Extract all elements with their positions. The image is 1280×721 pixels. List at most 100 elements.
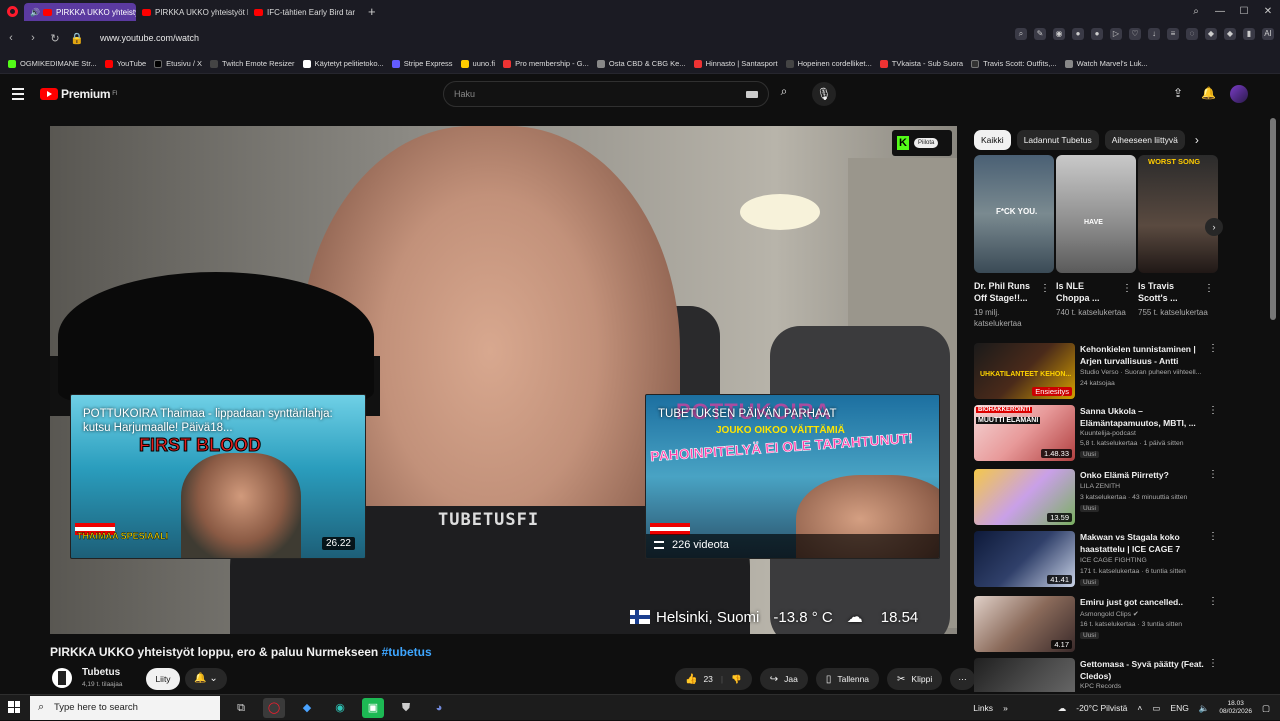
close-icon[interactable]: ✕: [1256, 6, 1280, 17]
chevron-right-icon[interactable]: ›: [1205, 218, 1223, 236]
recommendation-item[interactable]: Gettomasa - Syvä päätty (Feat. Cledos) K…: [974, 658, 1264, 692]
chip-related[interactable]: Aiheeseen liittyvä: [1104, 130, 1185, 150]
url-field[interactable]: www.youtube.com/watch: [100, 33, 199, 43]
bookmark-item[interactable]: Watch Marvel's Luk...: [1064, 59, 1148, 68]
profile-icon[interactable]: ◌: [1186, 28, 1198, 40]
channel-name[interactable]: LILA ZENITH: [1080, 483, 1210, 490]
video-player[interactable]: K Piilota FIRST BLOOD POTTUKOIRA Thaimaa…: [50, 126, 957, 634]
join-button[interactable]: Liity: [146, 668, 180, 690]
discord-icon[interactable]: ◕: [428, 698, 450, 718]
channel-name[interactable]: Tubetus: [82, 667, 120, 678]
forward-icon[interactable]: ›: [22, 32, 44, 44]
bell-icon[interactable]: 🔔: [1201, 86, 1216, 100]
bookmark-item[interactable]: Osta CBD & CBG Ke...: [596, 59, 686, 68]
youtube-logo[interactable]: Premium FI: [40, 87, 118, 101]
channel-name[interactable]: Kuuntelija-podcast: [1080, 430, 1210, 437]
bookmark-item[interactable]: Hopeinen cordelliket...: [785, 59, 872, 68]
short-title[interactable]: Is Travis Scott's ...: [1138, 280, 1200, 304]
more-icon[interactable]: ⋮: [1040, 283, 1050, 294]
microphone-icon[interactable]: 🎙: [812, 82, 836, 106]
channel-name[interactable]: Asmongold Clips ✔: [1080, 610, 1210, 618]
app-icon[interactable]: ▣: [362, 698, 384, 718]
more-icon[interactable]: ⋮: [1208, 658, 1218, 669]
extension-icon[interactable]: ◆: [1205, 28, 1217, 40]
opera-logo-icon[interactable]: [0, 0, 24, 22]
speaker-icon[interactable]: 🔊: [30, 8, 40, 17]
scrollbar[interactable]: [1270, 118, 1276, 320]
bookmark-item[interactable]: Twitch Emote Resizer: [210, 59, 295, 68]
zoom-icon[interactable]: ⌕: [1015, 28, 1027, 40]
menu-icon[interactable]: ≡: [1167, 28, 1179, 40]
short-thumbnail[interactable]: WORST SONG: [1138, 155, 1218, 273]
short-title[interactable]: Is NLE Choppa ...: [1056, 280, 1118, 304]
bookmark-item[interactable]: OGMIKEDIMANE Str...: [8, 59, 97, 68]
play-icon[interactable]: ▷: [1110, 28, 1122, 40]
chevron-up-icon[interactable]: ˄: [1137, 703, 1142, 713]
hide-label[interactable]: Piilota: [914, 138, 939, 148]
recommendation-item[interactable]: 13.59 Onko Elämä Piirretty? LILA ZENITH …: [974, 469, 1264, 527]
ai-icon[interactable]: AI: [1262, 28, 1274, 40]
links-toolbar[interactable]: Links: [973, 703, 993, 713]
heart-icon[interactable]: ♡: [1129, 28, 1141, 40]
more-icon[interactable]: ⋮: [1208, 596, 1218, 607]
end-card-video[interactable]: FIRST BLOOD POTTUKOIRA Thaimaa - lippada…: [70, 394, 366, 559]
task-view-icon[interactable]: ⧉: [230, 698, 252, 718]
kick-badge[interactable]: K Piilota: [892, 130, 952, 156]
camera-icon[interactable]: ◉: [1053, 28, 1065, 40]
more-icon[interactable]: ⋮: [1204, 283, 1214, 294]
more-icon[interactable]: ⋮: [1122, 283, 1132, 294]
shield-icon[interactable]: ⛊: [395, 698, 417, 718]
save-button[interactable]: ▯ Tallenna: [815, 668, 880, 690]
notifications-button[interactable]: 🔔 ⌄: [185, 668, 227, 690]
upload-icon[interactable]: ⇪: [1173, 86, 1183, 100]
end-card-playlist[interactable]: POTTUKOIRA JOUKO OIKOO VÄITTÄMIÄ PAHOINP…: [645, 394, 940, 559]
recommendation-item[interactable]: 41.41 Makwan vs Stagala koko haastattelu…: [974, 531, 1264, 589]
search-input[interactable]: Haku: [443, 81, 769, 107]
chevron-right-icon[interactable]: ›: [1195, 133, 1199, 147]
bookmark-item[interactable]: uuno.fi: [460, 59, 495, 68]
download-icon[interactable]: ↓: [1148, 28, 1160, 40]
share-button[interactable]: ↪ Jaa: [759, 668, 808, 690]
windows-start-icon[interactable]: [8, 701, 20, 713]
clock[interactable]: 18.03 08/02/2026: [1219, 700, 1252, 716]
like-button[interactable]: 👍 23 | 👎: [675, 668, 752, 690]
recommendation-item[interactable]: UHKATILANTEET KEHON... Ensiesitys Kehonk…: [974, 343, 1264, 401]
snapshot-icon[interactable]: ✎: [1034, 28, 1046, 40]
notification-icon[interactable]: ▢: [1262, 703, 1270, 714]
chevron-icon[interactable]: »: [1003, 703, 1008, 713]
search-icon[interactable]: ⌕: [774, 84, 794, 104]
channel-name[interactable]: Studio Verso · Suoran puheen viihteell..…: [1080, 369, 1210, 376]
bookmark-item[interactable]: Travis Scott: Outfits,...: [971, 59, 1057, 68]
taskbar-search-input[interactable]: ⌕ Type here to search: [30, 696, 220, 720]
opera-icon[interactable]: ◯: [263, 698, 285, 718]
lock-icon[interactable]: 🔒: [66, 32, 88, 45]
browser-tab-1[interactable]: 🔊 PIRKKA UKKO yhteistyö: [24, 3, 136, 21]
short-title[interactable]: Dr. Phil Runs Off Stage!!...: [974, 280, 1036, 304]
hashtag-link[interactable]: #tubetus: [382, 645, 432, 659]
bookmark-item[interactable]: Etusivu / X: [154, 59, 202, 68]
channel-avatar[interactable]: [52, 668, 72, 688]
back-icon[interactable]: ‹: [0, 32, 22, 44]
edge-icon[interactable]: ◉: [329, 698, 351, 718]
more-icon[interactable]: ⋮: [1208, 405, 1218, 416]
maximize-icon[interactable]: ☐: [1232, 6, 1256, 17]
bookmark-item[interactable]: Pro membership - G...: [503, 59, 589, 68]
keyboard-icon[interactable]: [746, 91, 758, 98]
clip-button[interactable]: ✂ Klippi: [887, 668, 943, 690]
bookmark-item[interactable]: TVkaista - Sub Suora: [879, 59, 963, 68]
bookmark-item[interactable]: Käytetyt pelitietoko...: [302, 59, 384, 68]
recommendation-item[interactable]: BIOHAKKEROINTI MUUTTI ELÄMÄNI 1.48.33 Sa…: [974, 405, 1264, 463]
recommendation-item[interactable]: 4.17 Emiru just got cancelled.. Asmongol…: [974, 596, 1264, 654]
short-thumbnail[interactable]: HAVE: [1056, 155, 1136, 273]
extension-icon[interactable]: ●: [1072, 28, 1084, 40]
language-indicator[interactable]: ENG: [1170, 703, 1188, 713]
channel-name[interactable]: KPC Records: [1080, 683, 1210, 690]
bookmark-item[interactable]: Stripe Express: [391, 59, 453, 68]
reload-icon[interactable]: ↻: [44, 32, 66, 45]
more-icon[interactable]: ⋮: [1208, 531, 1218, 542]
thumbs-down-icon[interactable]: 👎: [731, 674, 742, 684]
browser-tab-2[interactable]: PIRKKA UKKO yhteistyöt l: [136, 3, 248, 21]
tab-search-icon[interactable]: ⌕: [1184, 6, 1208, 17]
bookmark-item[interactable]: YouTube: [104, 59, 146, 68]
app-icon[interactable]: ◆: [296, 698, 318, 718]
